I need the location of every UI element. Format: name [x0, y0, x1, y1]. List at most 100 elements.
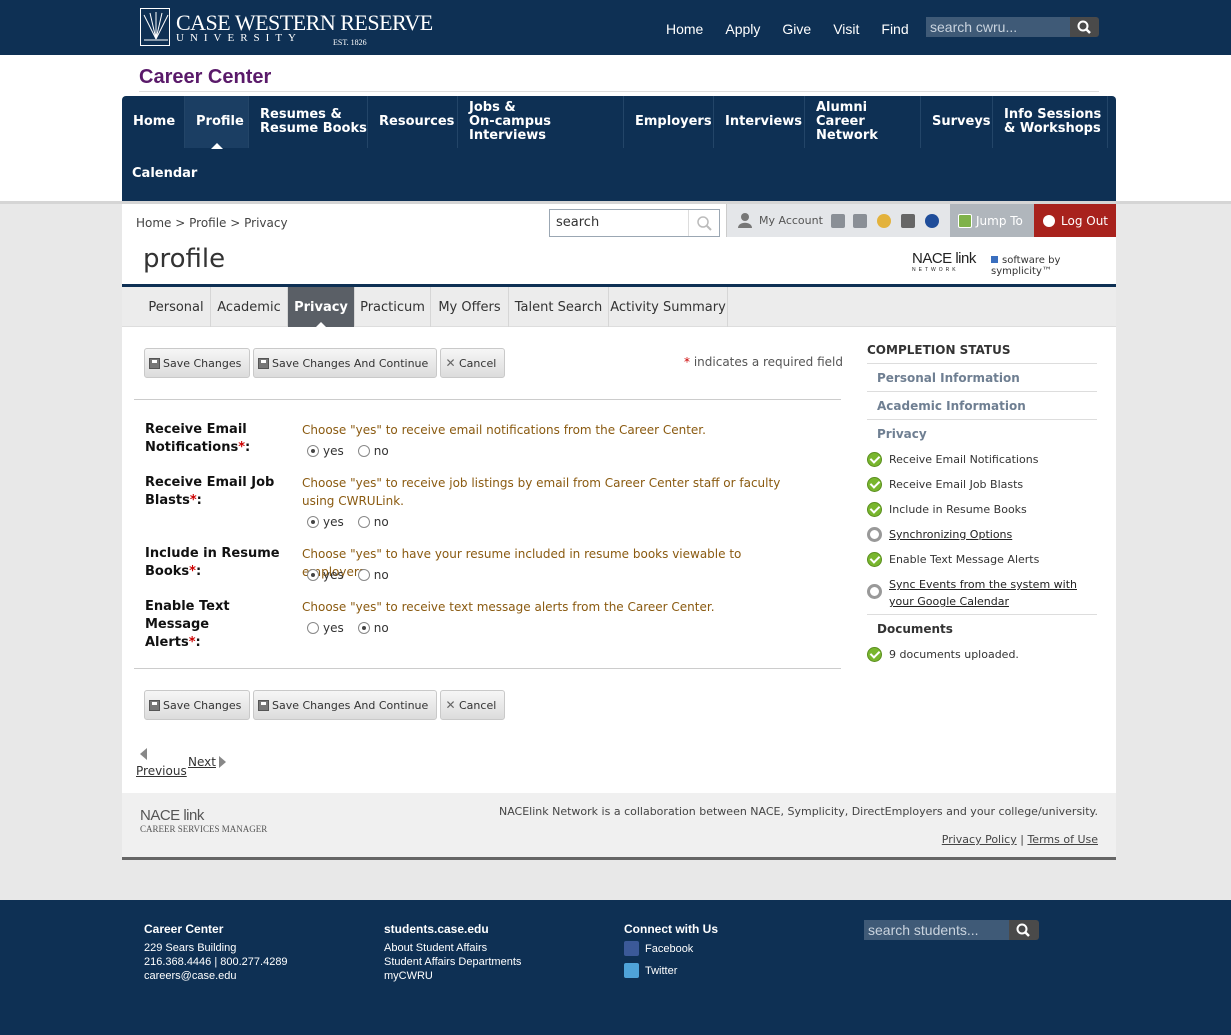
radio-yes[interactable]: yes — [307, 515, 344, 529]
radio-yes[interactable]: yes — [307, 444, 344, 458]
radio-button[interactable] — [307, 622, 319, 634]
radio-button[interactable] — [357, 569, 370, 581]
site-search-button[interactable] — [688, 210, 719, 236]
twitter-link[interactable]: Twitter — [624, 963, 718, 978]
nacelink-logo-text: NACE link — [140, 807, 204, 824]
tab-personal[interactable]: Personal — [142, 287, 211, 327]
radio-yes[interactable]: yes — [307, 568, 344, 582]
text-alerts-radios: yes no — [307, 621, 403, 635]
section-privacy[interactable]: Privacy — [877, 427, 927, 441]
previous-link[interactable]: Previous — [136, 764, 187, 778]
nav-info-sessions[interactable]: Info Sessions & Workshops — [993, 96, 1108, 148]
university-search-input[interactable]: search cwru... — [926, 17, 1070, 37]
synchronizing-options-link[interactable]: Synchronizing Options — [889, 526, 1012, 543]
required-marker: * — [189, 493, 197, 508]
tab-privacy[interactable]: Privacy — [288, 287, 355, 328]
my-account-link[interactable]: My Account — [759, 214, 823, 227]
radio-button[interactable] — [357, 445, 370, 457]
nav-jobs[interactable]: Jobs & On-campus Interviews — [458, 96, 624, 148]
log-out-button[interactable]: Log Out — [1034, 204, 1116, 237]
radio-button[interactable] — [357, 622, 370, 634]
terms-of-use-link[interactable]: Terms of Use — [1027, 833, 1098, 846]
google-calendar-sync-link[interactable]: Sync Events from the system with your Go… — [889, 576, 1077, 610]
students-search-button[interactable] — [1009, 920, 1039, 940]
footer-link[interactable]: Student Affairs Departments — [384, 955, 521, 969]
students-search-input[interactable]: search students... — [864, 920, 1009, 940]
nav-resumes[interactable]: Resumes & Resume Books — [249, 96, 368, 148]
footer-link[interactable]: About Student Affairs — [384, 941, 521, 955]
print-icon[interactable] — [901, 214, 915, 228]
tab-practicum[interactable]: Practicum — [355, 287, 431, 327]
nav-home[interactable]: Home — [122, 96, 185, 148]
nav-resources[interactable]: Resources — [368, 96, 458, 148]
accessibility-icon[interactable] — [925, 214, 939, 228]
site-title[interactable]: Career Center — [139, 66, 271, 89]
radio-button[interactable] — [357, 516, 370, 528]
save-continue-button[interactable]: Save Changes And Continue — [253, 348, 438, 378]
save-icon — [149, 699, 160, 711]
radio-button[interactable] — [307, 445, 319, 457]
tab-activity-summary[interactable]: Activity Summary — [609, 287, 728, 327]
cancel-button[interactable]: ✕ Cancel — [440, 348, 506, 378]
radio-yes[interactable]: yes — [307, 621, 344, 635]
next-arrow-icon[interactable] — [219, 756, 226, 768]
uni-nav-home[interactable]: Home — [666, 21, 703, 37]
radio-no[interactable]: no — [357, 621, 389, 635]
radio-label: no — [373, 515, 389, 529]
radio-no[interactable]: no — [357, 515, 389, 529]
save-button[interactable]: Save Changes — [144, 690, 251, 720]
label-text: Blasts — [145, 493, 190, 508]
twitter-label: Twitter — [645, 964, 678, 977]
main-nav: Home Profile Resumes & Resume Books Reso… — [122, 96, 1116, 201]
next-link[interactable]: Next — [188, 755, 216, 769]
nav-profile[interactable]: Profile — [185, 96, 249, 149]
save-icon — [258, 357, 269, 369]
uni-nav-find[interactable]: Find — [881, 21, 908, 37]
check-icon — [867, 552, 882, 567]
nav-interviews[interactable]: Interviews — [714, 96, 805, 148]
uni-nav-visit[interactable]: Visit — [833, 21, 859, 37]
nav-employers-label: Employers — [635, 114, 712, 129]
privacy-policy-link[interactable]: Privacy Policy — [942, 833, 1017, 846]
nav-alumni[interactable]: Alumni Career Network — [805, 96, 921, 148]
nav-profile-label: Profile — [196, 114, 244, 129]
status-item-label: Receive Email Job Blasts — [889, 478, 1024, 491]
symplicity-square-icon — [991, 256, 998, 263]
twitter-icon — [624, 963, 639, 978]
divider — [867, 419, 1097, 420]
radio-label: yes — [323, 568, 344, 582]
nav-employers[interactable]: Employers — [624, 96, 714, 148]
footer-heading[interactable]: students.case.edu — [384, 922, 521, 936]
tab-talent-search[interactable]: Talent Search — [509, 287, 609, 327]
cancel-button[interactable]: ✕ Cancel — [440, 690, 506, 720]
facebook-icon[interactable] — [831, 214, 845, 228]
footer-link[interactable]: myCWRU — [384, 969, 521, 983]
radio-no[interactable]: no — [357, 568, 389, 582]
nav-surveys[interactable]: Surveys — [921, 96, 993, 148]
linkedin-icon[interactable] — [853, 214, 867, 228]
jump-to-button[interactable]: Jump To — [950, 204, 1034, 237]
facebook-link[interactable]: Facebook — [624, 941, 718, 956]
save-continue-button[interactable]: Save Changes And Continue — [253, 690, 438, 720]
section-personal-information[interactable]: Personal Information — [877, 371, 1020, 385]
nav-calendar[interactable]: Calendar — [132, 166, 197, 181]
tab-my-offers[interactable]: My Offers — [431, 287, 509, 327]
radio-button[interactable] — [307, 569, 319, 581]
log-out-label: Log Out — [1061, 214, 1109, 228]
radio-button[interactable] — [307, 516, 319, 528]
previous-arrow-icon[interactable] — [140, 748, 147, 760]
required-note-text: indicates a required field — [693, 355, 843, 369]
section-academic-information[interactable]: Academic Information — [877, 399, 1026, 413]
tab-academic[interactable]: Academic — [211, 287, 288, 327]
cwru-logo[interactable]: CASE WESTERN RESERVE UNIVERSITY EST. 182… — [140, 8, 433, 50]
uni-nav-apply[interactable]: Apply — [725, 21, 760, 37]
breadcrumb[interactable]: Home > Profile > Privacy — [136, 216, 288, 230]
nacelink-logo-sub: CAREER SERVICES MANAGER — [140, 824, 268, 834]
university-search-button[interactable] — [1070, 17, 1099, 37]
email-link[interactable]: careers@case.edu — [144, 969, 288, 983]
save-button-label: Save Changes — [163, 698, 242, 712]
help-icon[interactable] — [877, 214, 891, 228]
save-button[interactable]: Save Changes — [144, 348, 251, 378]
uni-nav-give[interactable]: Give — [782, 21, 811, 37]
radio-no[interactable]: no — [357, 444, 389, 458]
